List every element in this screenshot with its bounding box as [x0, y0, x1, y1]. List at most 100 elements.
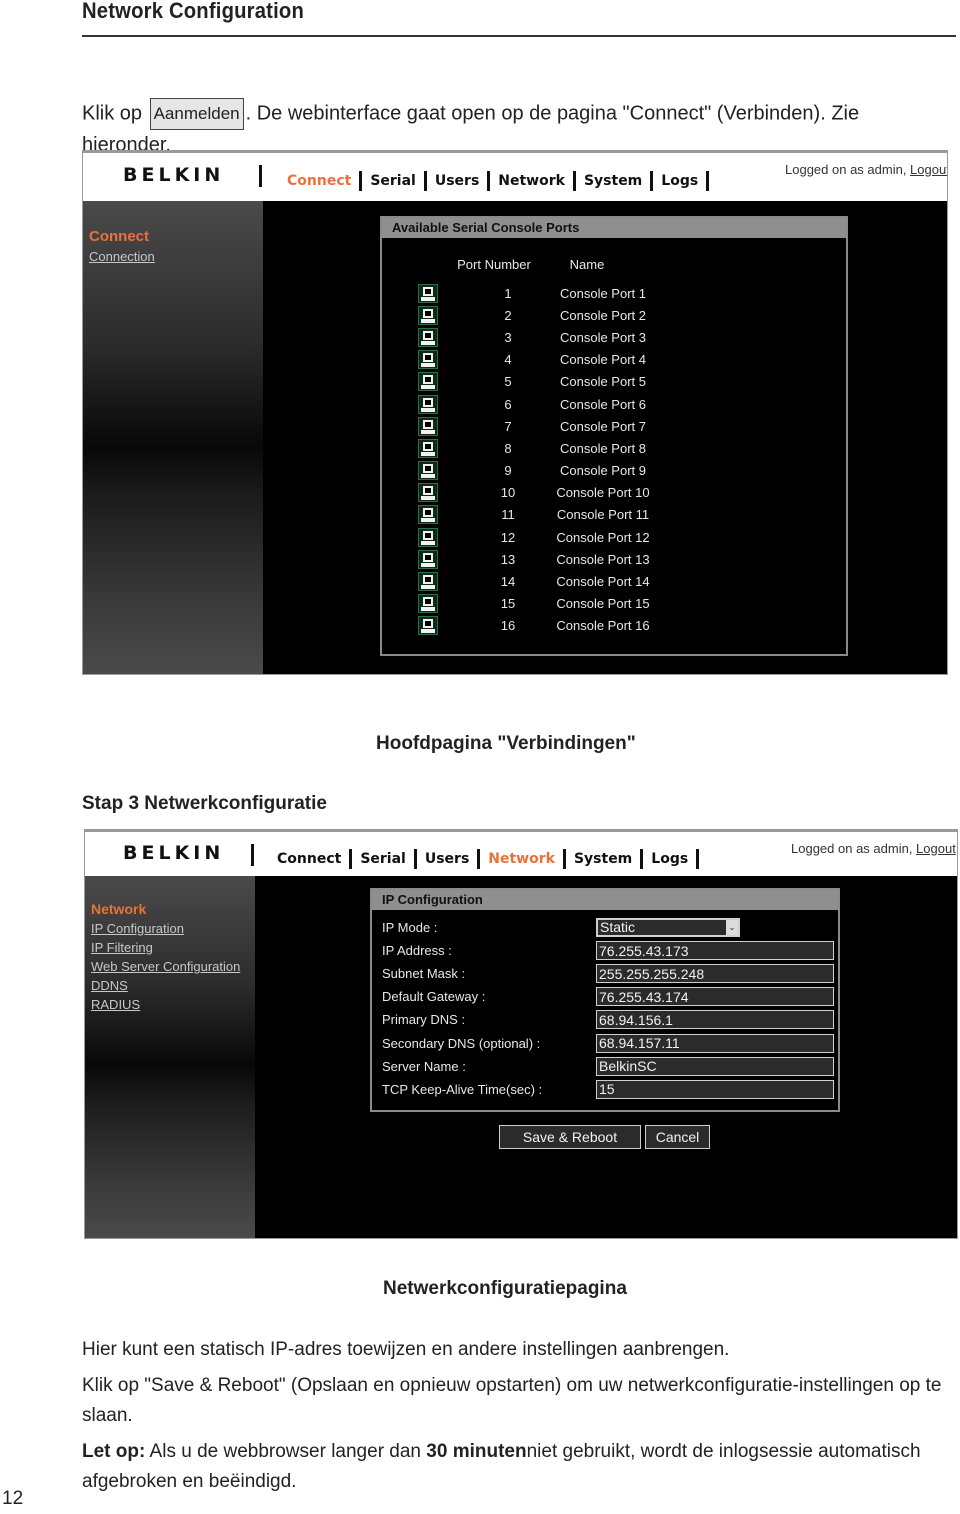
nav-serial[interactable]: Serial [352, 851, 414, 867]
port-row: 3 Console Port 3 [410, 326, 658, 348]
form-row-ip-mode: IP Mode : Static ⌄ [382, 916, 834, 939]
nav-serial[interactable]: Serial [362, 173, 424, 189]
server-name-label: Server Name : [382, 1058, 466, 1074]
nav-network[interactable]: Network [480, 851, 563, 867]
port-name: Console Port 11 [556, 507, 650, 523]
subnet-mask-input[interactable] [596, 964, 834, 984]
port-name: Console Port 7 [560, 418, 646, 434]
secondary-dns-optional-input[interactable] [596, 1033, 834, 1053]
computer-terminal-icon[interactable] [418, 616, 438, 636]
port-row: 16 Console Port 16 [410, 615, 658, 637]
note-paragraph: Let op: Als u de webbrowser langer dan 3… [82, 1437, 942, 1497]
nav-users[interactable]: Users [417, 851, 477, 867]
default-gateway-label: Default Gateway : [382, 989, 486, 1005]
subnet-mask-label: Subnet Mask : [382, 966, 466, 982]
nav-system[interactable]: System [566, 851, 640, 867]
col-name: Name [569, 256, 605, 272]
port-row: 9 Console Port 9 [410, 460, 658, 482]
body-paragraph-2: Klik op "Save & Reboot" (Opslaan en opni… [82, 1375, 942, 1426]
form-row: Primary DNS : [382, 1008, 834, 1031]
nav-connect[interactable]: Connect [269, 851, 349, 867]
connect-page-screenshot: BELKIN Connect Serial Users Network Syst… [82, 150, 948, 675]
computer-terminal-icon[interactable] [418, 572, 438, 592]
port-table: Port Number Name 1 Console Port 1 2 Console… [410, 246, 658, 637]
network-page-screenshot: BELKIN Connect Serial Users Network Syst… [84, 829, 958, 1239]
nav-system[interactable]: System [576, 173, 650, 189]
port-row: 12 Console Port 12 [410, 526, 658, 548]
computer-terminal-icon[interactable] [418, 372, 438, 392]
port-name: Console Port 14 [556, 574, 650, 590]
save-reboot-button[interactable]: Save & Reboot [499, 1125, 641, 1149]
default-gateway-input[interactable] [596, 987, 834, 1007]
sidebar-links: IP Configuration IP Filtering Web Server… [91, 919, 240, 1014]
sidebar-item-web-server-configuration[interactable]: Web Server Configuration [91, 957, 240, 976]
sidebar-title: Connect [89, 228, 149, 245]
note-label: Let op: [82, 1441, 146, 1462]
computer-terminal-icon[interactable] [418, 594, 438, 614]
ip-mode-select[interactable]: Static ⌄ [596, 918, 740, 938]
server-name-input[interactable] [596, 1056, 834, 1076]
port-row: 14 Console Port 14 [410, 570, 658, 592]
top-bar: BELKIN Connect Serial Users Network Syst… [85, 830, 957, 876]
computer-terminal-icon[interactable] [418, 549, 438, 569]
divider [696, 849, 700, 869]
port-number: 3 [504, 329, 512, 345]
port-row: 8 Console Port 8 [410, 437, 658, 459]
port-number: 6 [504, 396, 512, 412]
sidebar-item-ip-filtering[interactable]: IP Filtering [91, 938, 240, 957]
ip-config-form: IP Mode : Static ⌄ IP Address : Subnet Ma… [382, 916, 834, 1101]
computer-terminal-icon[interactable] [418, 461, 438, 481]
port-name: Console Port 9 [560, 463, 646, 479]
sidebar-item-radius[interactable]: RADIUS [91, 995, 240, 1014]
nav-users[interactable]: Users [427, 173, 487, 189]
page-number: 12 [2, 1488, 24, 1509]
sidebar-title: Network [91, 901, 147, 917]
computer-terminal-icon[interactable] [418, 394, 438, 414]
ip-address-input[interactable] [596, 941, 834, 961]
sidebar-links: Connection [89, 247, 155, 266]
primary-dns-input[interactable] [596, 1010, 834, 1030]
tcp-keep-alive-time-sec-input[interactable] [596, 1079, 834, 1099]
caption-connect: Hoofdpagina "Verbindingen" [376, 733, 636, 754]
computer-terminal-icon[interactable] [418, 527, 438, 547]
cancel-button[interactable]: Cancel [645, 1125, 710, 1149]
logout-link[interactable]: Logout [910, 162, 947, 177]
logout-link[interactable]: Logout [916, 841, 956, 856]
secondary-dns-optional-label: Secondary DNS (optional) : [382, 1035, 541, 1051]
computer-terminal-icon[interactable] [418, 283, 438, 303]
nav-connect[interactable]: Connect [279, 173, 359, 189]
main-nav: Connect Serial Users Network System Logs [269, 849, 700, 869]
top-bar: BELKIN Connect Serial Users Network Syst… [83, 151, 947, 201]
sidebar-item-ddns[interactable]: DDNS [91, 976, 240, 995]
port-number: 12 [500, 529, 516, 545]
computer-terminal-icon[interactable] [418, 505, 438, 525]
port-row: 5 Console Port 5 [410, 371, 658, 393]
form-row: Server Name : [382, 1055, 834, 1078]
port-row: 11 Console Port 11 [410, 504, 658, 526]
nav-logs[interactable]: Logs [653, 173, 706, 189]
sidebar-item-ip-configuration[interactable]: IP Configuration [91, 919, 240, 938]
port-row: 1 Console Port 1 [410, 282, 658, 304]
port-number: 8 [504, 440, 512, 456]
nav-logs[interactable]: Logs [643, 851, 696, 867]
computer-terminal-icon[interactable] [418, 327, 438, 347]
computer-terminal-icon[interactable] [418, 416, 438, 436]
port-number: 13 [500, 551, 516, 567]
port-number: 10 [500, 485, 516, 501]
computer-terminal-icon[interactable] [418, 305, 438, 325]
sidebar: Network IP Configuration IP Filtering We… [85, 876, 255, 1238]
port-row: 4 Console Port 4 [410, 349, 658, 371]
port-name: Console Port 4 [560, 352, 646, 368]
port-number: 15 [500, 596, 516, 612]
ip-mode-label: IP Mode : [382, 920, 438, 936]
belkin-logo: BELKIN [123, 842, 225, 864]
port-name: Console Port 16 [556, 618, 650, 634]
computer-terminal-icon[interactable] [418, 438, 438, 458]
computer-terminal-icon[interactable] [418, 350, 438, 370]
nav-network[interactable]: Network [490, 173, 573, 189]
chevron-down-icon: ⌄ [726, 920, 738, 936]
computer-terminal-icon[interactable] [418, 483, 438, 503]
sidebar-item-connection[interactable]: Connection [89, 247, 155, 266]
port-name: Console Port 3 [560, 329, 646, 345]
ip-mode-value: Static [600, 919, 636, 936]
